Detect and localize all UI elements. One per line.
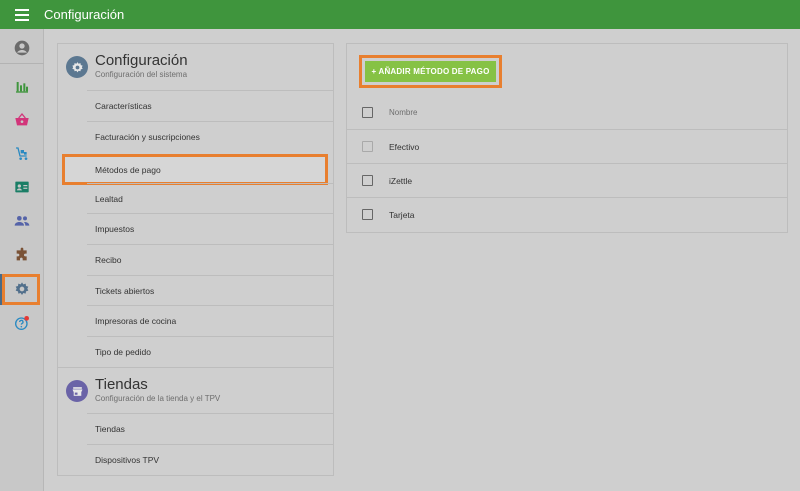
store-icon [66,380,88,402]
select-all-checkbox[interactable] [362,106,373,118]
settings-item-facturacion[interactable]: Facturación y suscripciones [87,121,333,152]
table-row[interactable]: iZettle [347,163,787,197]
settings-item-tipo-de-pedido[interactable]: Tipo de pedido [87,336,333,367]
bar-chart-icon[interactable] [0,71,44,101]
settings-item-recibo[interactable]: Recibo [87,244,333,275]
sidebar-divider [0,63,44,64]
people-icon[interactable] [0,206,44,236]
settings-item-metodos-de-pago[interactable]: Métodos de pago [62,154,328,185]
puzzle-icon[interactable] [0,240,44,270]
settings-section-title: Configuración [95,52,188,69]
row-checkbox[interactable] [362,209,373,220]
settings-item-impuestos[interactable]: Impuestos [87,213,333,244]
row-label: iZettle [389,175,413,186]
cart-items-icon[interactable] [0,139,44,169]
table-row[interactable]: Efectivo [347,129,787,163]
top-app-bar: Configuración [0,0,800,29]
stores-section-header: Tiendas Configuración de la tienda y el … [58,367,333,412]
add-payment-method-button[interactable]: + AÑADIR MÉTODO DE PAGO [365,61,496,82]
row-label: Tarjeta [389,209,415,220]
basket-icon[interactable] [0,105,44,135]
stores-section-title: Tiendas [95,376,148,393]
settings-item-impresoras-de-cocina[interactable]: Impresoras de cocina [87,305,333,336]
table-header-row: Nombre [347,95,787,129]
settings-gear-icon [66,56,88,78]
row-checkbox [362,141,373,152]
account-circle-icon[interactable] [0,33,44,63]
settings-item-tickets-abiertos[interactable]: Tickets abiertos [87,275,333,306]
help-icon[interactable] [0,308,44,338]
settings-item-lealtad[interactable]: Lealtad [87,183,333,214]
table-row[interactable]: Tarjeta [347,197,787,231]
column-header-name: Nombre [389,107,418,117]
hamburger-menu-icon[interactable] [0,0,44,29]
settings-section-subtitle: Configuración del sistema [95,70,188,79]
stores-section-subtitle: Configuración de la tienda y el TPV [95,394,221,403]
settings-section-header: Configuración Configuración del sistema [58,44,333,89]
stores-item-dispositivos-tpv[interactable]: Dispositivos TPV [87,444,333,475]
payment-methods-panel: + AÑADIR MÉTODO DE PAGO Nombre Efectivo … [347,44,787,232]
settings-gear-icon[interactable] [0,274,44,304]
settings-menu-panel: Configuración Configuración del sistema … [58,44,333,475]
add-button-highlight: + AÑADIR MÉTODO DE PAGO [359,55,502,88]
row-checkbox[interactable] [362,175,373,186]
sidebar [0,29,44,491]
stores-item-tiendas[interactable]: Tiendas [87,413,333,444]
page-title: Configuración [44,7,125,22]
employee-badge-icon[interactable] [0,172,44,202]
row-label: Efectivo [389,141,420,152]
settings-item-caracteristicas[interactable]: Características [87,90,333,121]
